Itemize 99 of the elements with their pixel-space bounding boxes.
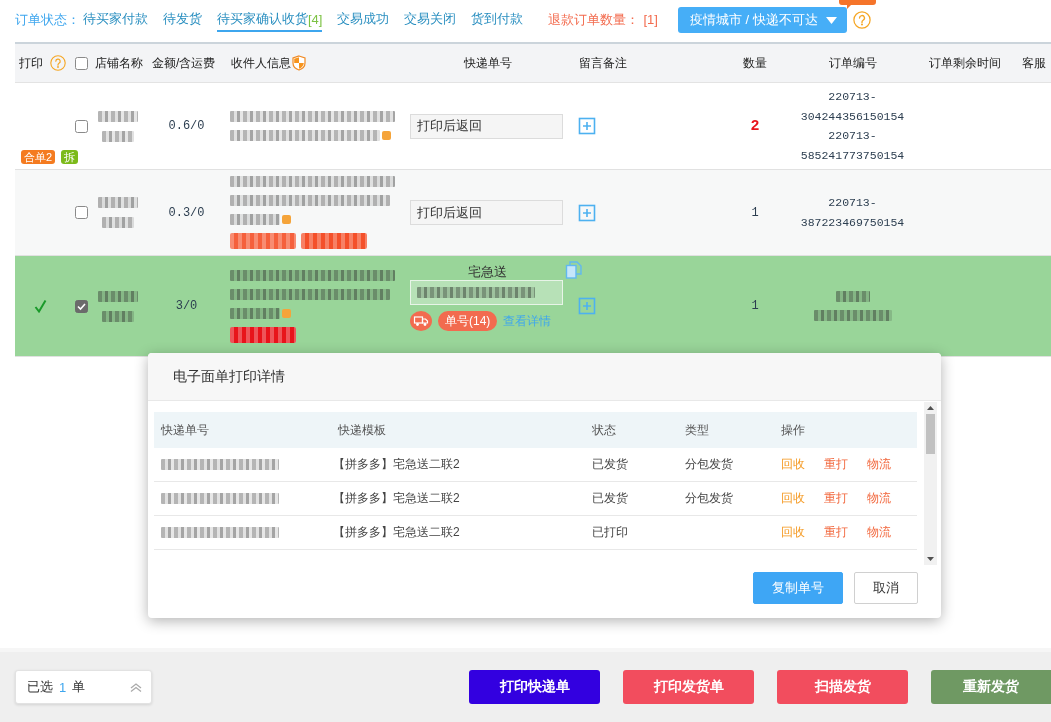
plus-square-icon[interactable] — [578, 117, 596, 135]
column-header: 快递单号 — [463, 54, 512, 72]
column-header: 类型 — [685, 421, 709, 439]
action-link[interactable]: 物流 — [867, 456, 891, 473]
action-link[interactable]: 重打 — [824, 456, 848, 473]
scroll-down-icon[interactable] — [927, 557, 934, 561]
action-link[interactable]: 回收 — [781, 524, 805, 541]
waybill-type: 分包发货 — [685, 456, 733, 473]
column-header: 打印 — [19, 54, 43, 72]
quantity: 1 — [751, 205, 759, 220]
scrollbar[interactable] — [924, 402, 937, 565]
column-header: 留言备注 — [579, 54, 627, 72]
column-header: 店铺名称 — [95, 54, 143, 72]
status-tab[interactable]: 交易关闭 — [404, 8, 457, 32]
checkbox[interactable] — [75, 206, 88, 219]
waybill-type: 分包发货 — [685, 490, 733, 507]
chevron-up-icon — [130, 682, 142, 692]
plus-square-icon[interactable] — [578, 203, 596, 222]
action-link[interactable]: 回收 — [781, 490, 805, 507]
status-tab[interactable]: 待发货 — [163, 8, 202, 32]
blurred-text — [98, 110, 138, 122]
action-button[interactable]: 扫描发货 — [777, 670, 908, 704]
amount: 0.6/0 — [168, 119, 205, 133]
amount: 0.3/0 — [168, 205, 205, 220]
column-header: 订单编号 — [828, 54, 877, 72]
blurred-text — [98, 290, 138, 302]
blurred-text — [102, 310, 134, 322]
waybill-template: 【拼多多】宅急送二联2 — [333, 524, 460, 541]
table-row[interactable]: 3/0 宅急送 单号(14) 查看详情 1 — [15, 256, 1051, 357]
waybill-status: 已打印 — [592, 524, 628, 541]
quantity: 1 — [751, 299, 759, 313]
truck-icon — [410, 311, 432, 331]
checkbox[interactable] — [75, 56, 88, 70]
action-button[interactable]: 重新发货 — [931, 670, 1051, 704]
waybill-status: 已发货 — [592, 490, 628, 507]
action-link[interactable]: 物流 — [867, 524, 891, 541]
action-button[interactable]: 打印发货单 — [623, 670, 754, 704]
scroll-up-icon[interactable] — [927, 406, 934, 410]
column-header: 操作 — [781, 421, 805, 439]
action-link[interactable]: 回收 — [781, 456, 805, 473]
blurred-text — [230, 214, 280, 225]
dialog-button[interactable]: 取消 — [854, 572, 918, 604]
marker-icon — [382, 131, 391, 140]
carrier-name: 宅急送 — [467, 262, 508, 281]
marker-icon — [282, 308, 291, 318]
status-label: 订单状态： — [15, 11, 80, 29]
waybill-template: 【拼多多】宅急送二联2 — [333, 456, 460, 473]
column-header: 快递模板 — [338, 421, 386, 439]
order-number: 220713-387223469750154 — [800, 195, 905, 231]
column-header: 数量 — [743, 54, 767, 72]
help-icon[interactable] — [50, 55, 66, 71]
speech-bubble-icon — [838, 0, 876, 9]
blurred-text — [102, 130, 134, 142]
column-header: 快递单号 — [161, 421, 209, 439]
order-number: 220713-585241773750154 — [800, 128, 905, 164]
shield-icon — [292, 55, 306, 71]
quantity: 2 — [750, 117, 760, 135]
action-button[interactable]: 打印快递单 — [469, 670, 600, 704]
column-header: 订单剩余时间 — [929, 54, 1001, 72]
amount: 3/0 — [175, 299, 198, 313]
marker-icon — [282, 215, 291, 224]
column-header: 收件人信息 — [231, 54, 291, 72]
order-tag: 合单2 — [21, 150, 56, 164]
dialog-button[interactable]: 复制单号 — [753, 572, 843, 604]
scrollbar-thumb[interactable] — [926, 414, 935, 454]
filter-dropdown-button[interactable]: 疫情城市 / 快递不可达 — [677, 7, 847, 33]
column-header: 客服 — [1022, 54, 1046, 72]
waybill-count-badge[interactable]: 单号(14) — [438, 311, 498, 331]
status-tab[interactable]: 货到付款 — [471, 8, 524, 32]
dialog-title: 电子面单打印详情 — [173, 367, 285, 386]
checkbox[interactable] — [75, 299, 88, 313]
column-header: 状态 — [592, 421, 616, 439]
action-link[interactable]: 重打 — [824, 524, 848, 541]
plus-square-icon[interactable] — [578, 297, 596, 315]
table-row[interactable]: 0.3/0 打印后返回 1 220713-387223469750154 — [15, 170, 1051, 256]
blurred-text — [98, 197, 138, 208]
blurred-text — [835, 291, 870, 302]
waybill-template: 【拼多多】宅急送二联2 — [333, 490, 460, 507]
blurred-text — [230, 307, 280, 319]
tracking-number-field[interactable]: 打印后返回 — [410, 113, 563, 139]
selection-dropdown[interactable]: 已选 1 单 — [15, 670, 152, 704]
status-tab[interactable]: 待买家付款 — [83, 8, 148, 32]
copy-icon[interactable] — [565, 261, 583, 279]
tracking-number-field[interactable]: 打印后返回 — [410, 200, 563, 225]
refund-count: 退款订单数量： [1] — [548, 11, 658, 29]
action-link[interactable]: 物流 — [867, 490, 891, 507]
action-link[interactable]: 重打 — [824, 490, 848, 507]
help-icon[interactable] — [852, 11, 871, 29]
blurred-text — [102, 217, 134, 228]
checkbox[interactable] — [75, 119, 88, 133]
column-header: 金额/含运费 — [152, 54, 216, 72]
tracking-number-field[interactable] — [410, 280, 563, 305]
status-tab[interactable]: 交易成功 — [337, 8, 390, 32]
status-tab[interactable]: 待买家确认收货[4] — [217, 8, 323, 32]
table-row[interactable]: 合单2 拆 0.6/0 打印后返回 2 220713-304244356150154 220713-585241773750154 — [15, 83, 1051, 170]
order-tag: 拆 — [61, 150, 79, 164]
order-number: 220713-304244356150154 — [800, 89, 905, 125]
waybill-status: 已发货 — [592, 456, 628, 473]
caret-down-icon — [825, 16, 837, 24]
